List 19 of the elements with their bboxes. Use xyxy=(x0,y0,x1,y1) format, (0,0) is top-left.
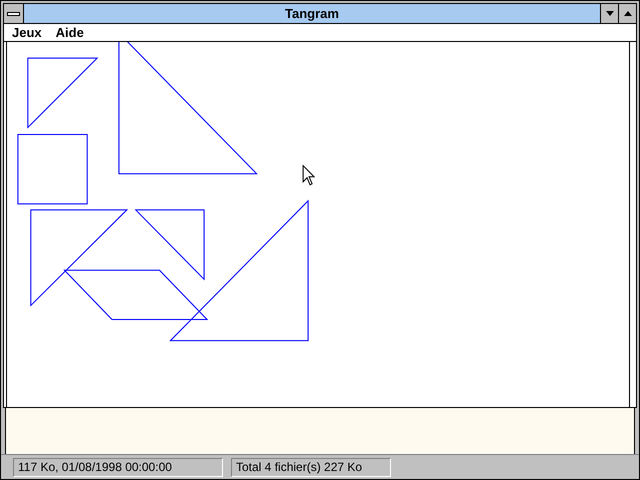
tangram-piece[interactable] xyxy=(17,134,88,204)
tangram-piece[interactable] xyxy=(134,209,205,281)
minimize-button[interactable] xyxy=(600,4,618,23)
menu-item[interactable]: Jeux xyxy=(12,22,42,42)
status-panel: Total 4 fichier(s) 227 Ko xyxy=(231,458,391,476)
tangram-piece[interactable] xyxy=(30,209,128,307)
window-title: Tangram xyxy=(284,5,340,23)
tangram-piece[interactable] xyxy=(118,42,258,174)
status-panel: 117 Ko, 01/08/1998 00:00:00 xyxy=(13,458,223,476)
tangram-piece[interactable] xyxy=(63,270,208,320)
tangram-piece[interactable] xyxy=(27,58,98,129)
system-menu-button[interactable] xyxy=(4,4,24,23)
dash-icon xyxy=(7,12,20,16)
down-arrow-icon xyxy=(606,11,614,16)
menu-item[interactable]: Aide xyxy=(56,22,84,42)
cursor-icon xyxy=(302,164,316,186)
maximize-button[interactable] xyxy=(618,4,636,23)
up-arrow-icon xyxy=(624,11,632,16)
tangram-piece[interactable] xyxy=(169,200,309,342)
